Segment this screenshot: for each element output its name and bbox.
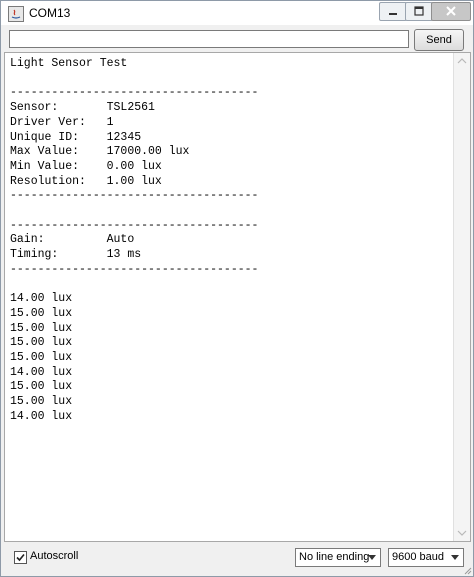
baud-rate-value: 9600 baud <box>392 551 444 563</box>
serial-output-line: Gain: Auto <box>10 233 135 247</box>
resize-grip-icon[interactable] <box>464 567 472 575</box>
vertical-scrollbar[interactable] <box>453 53 470 541</box>
scroll-up-arrow-icon[interactable] <box>457 57 467 65</box>
line-ending-value: No line ending <box>299 551 370 563</box>
serial-output-area[interactable]: Light Sensor Test ----------------------… <box>4 52 471 542</box>
serial-output-line: Driver Ver: 1 <box>10 115 114 129</box>
chevron-down-icon <box>451 555 459 560</box>
title-bar: COM13 <box>1 1 473 25</box>
baud-rate-select[interactable]: 9600 baud <box>388 548 464 567</box>
bottom-bar: Autoscroll No line ending 9600 baud <box>1 544 473 576</box>
serial-output-line: Resolution: 1.00 lux <box>10 174 162 188</box>
serial-output-line: ------------------------------------ <box>10 262 259 276</box>
serial-output-line: Light Sensor Test <box>10 57 128 70</box>
autoscroll-checkbox[interactable] <box>14 551 27 564</box>
serial-output-line: 15.00 lux <box>10 336 73 350</box>
close-button[interactable] <box>431 2 471 21</box>
serial-output-line: Timing: 13 ms <box>10 248 142 262</box>
serial-output-line: Max Value: 17000.00 lux <box>10 145 190 159</box>
serial-output-line: Unique ID: 12345 <box>10 130 142 144</box>
send-button[interactable]: Send <box>414 29 464 51</box>
minimize-icon <box>389 13 397 15</box>
serial-monitor-window: COM13 Send Light Sensor Test -----------… <box>0 0 474 577</box>
line-ending-select[interactable]: No line ending <box>295 548 381 567</box>
autoscroll-label: Autoscroll <box>30 550 79 562</box>
checkmark-icon <box>16 553 25 562</box>
serial-output-line: ------------------------------------ <box>10 189 259 203</box>
serial-output-line: 15.00 lux <box>10 351 73 365</box>
chevron-down-icon <box>368 555 376 560</box>
maximize-icon <box>414 6 424 16</box>
serial-output-text: Light Sensor Test ----------------------… <box>5 53 470 425</box>
serial-output-line: 15.00 lux <box>10 306 73 320</box>
scroll-down-arrow-icon[interactable] <box>457 529 467 537</box>
serial-output-line: ------------------------------------ <box>10 86 259 100</box>
serial-output-line: 15.00 lux <box>10 395 73 409</box>
serial-output-line: Min Value: 0.00 lux <box>10 159 162 173</box>
serial-output-line: ------------------------------------ <box>10 218 259 232</box>
java-app-icon <box>8 6 24 22</box>
minimize-button[interactable] <box>379 2 407 21</box>
serial-output-line: 14.00 lux <box>10 409 73 423</box>
serial-output-line: 15.00 lux <box>10 380 73 394</box>
serial-output-line: Sensor: TSL2561 <box>10 101 155 115</box>
serial-output-line: 14.00 lux <box>10 365 73 379</box>
serial-input-field[interactable] <box>9 30 409 48</box>
serial-output-line: 14.00 lux <box>10 292 73 306</box>
serial-output-line: 15.00 lux <box>10 321 73 335</box>
maximize-button[interactable] <box>405 2 433 21</box>
window-title: COM13 <box>29 6 71 20</box>
close-icon <box>446 6 456 16</box>
